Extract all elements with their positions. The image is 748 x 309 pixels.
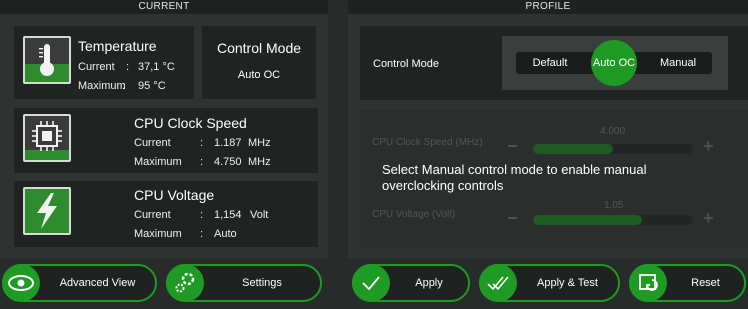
apply-test-button[interactable]: Apply & Test: [479, 264, 620, 302]
cpu-clock-current-row: Current : 1.187 MHz: [134, 137, 314, 151]
voltage-slider-label: CPU Voltage (Volt): [372, 209, 456, 220]
voltage-slider-value: 1,05: [604, 200, 624, 211]
manual-mode-hint-line1: Select Manual control mode to enable man…: [382, 162, 647, 177]
clock-slider-label: CPU Clock Speed (MHz): [372, 137, 483, 148]
cpu-voltage-max-value: Auto: [214, 228, 237, 240]
current-panel-title: CURRENT: [0, 0, 328, 14]
profile-control-mode-card: Control Mode Default Auto OC Manual: [360, 26, 748, 100]
cpu-clock-title: CPU Clock Speed: [134, 115, 247, 131]
clock-slider[interactable]: [533, 144, 693, 154]
mode-option-default[interactable]: Default: [516, 52, 584, 74]
separator: :: [126, 61, 130, 73]
profile-panel-title: PROFILE: [348, 0, 748, 14]
advanced-view-button[interactable]: Advanced View: [2, 264, 157, 302]
checkmark-icon: [352, 264, 390, 302]
separator: :: [200, 228, 204, 240]
clock-plus-button[interactable]: +: [703, 136, 714, 157]
separator: :: [200, 137, 204, 149]
temperature-title: Temperature: [78, 38, 157, 54]
cpu-voltage-current-unit: Volt: [250, 209, 269, 221]
cpu-clock-max-unit: MHz: [248, 156, 271, 168]
mode-option-auto-oc[interactable]: Auto OC: [584, 52, 644, 74]
temperature-current-label: Current: [78, 61, 115, 73]
lightning-icon: [23, 187, 71, 235]
settings-button[interactable]: Settings: [166, 264, 322, 302]
cpu-voltage-max-row: Maximum : Auto: [134, 228, 314, 242]
apply-test-label: Apply & Test: [537, 277, 598, 289]
profile-control-mode-label: Control Mode: [373, 58, 440, 70]
settings-label: Settings: [242, 277, 282, 289]
voltage-minus-button[interactable]: −: [507, 208, 518, 229]
temperature-max-row: Maximum : 95 °C: [78, 80, 188, 94]
mode-segmented-control: Default Auto OC Manual: [516, 40, 712, 86]
gears-icon: [166, 264, 204, 302]
clock-minus-button[interactable]: −: [507, 136, 518, 157]
voltage-slider-fill: [533, 215, 642, 225]
clock-slider-fill: [533, 144, 613, 154]
cpu-voltage-title: CPU Voltage: [134, 187, 215, 203]
reset-button[interactable]: Reset: [629, 264, 746, 302]
apply-label: Apply: [415, 277, 443, 289]
reset-icon: [629, 264, 667, 302]
cpu-voltage-current-label: Current: [134, 209, 171, 221]
temperature-max-label: Maximum: [78, 80, 126, 92]
cpu-clock-current-label: Current: [134, 137, 171, 149]
manual-controls-card: CPU Clock Speed (MHz) 4.000 − + CPU Volt…: [360, 110, 748, 248]
cpu-chip-icon: [23, 114, 71, 162]
thermometer-icon: [23, 36, 71, 84]
temperature-max-value: 95 °C: [138, 80, 166, 92]
separator: :: [200, 209, 204, 221]
profile-panel: PROFILE Control Mode Default Auto OC Man…: [348, 0, 748, 258]
apply-button[interactable]: Apply: [352, 264, 470, 302]
cpu-clock-current-unit: MHz: [248, 137, 271, 149]
cpu-voltage-card: CPU Voltage Current : 1,154 Volt Maximum…: [14, 181, 318, 247]
voltage-slider[interactable]: [533, 215, 693, 225]
manual-mode-hint: Select Manual control mode to enable man…: [382, 162, 647, 194]
temperature-current-value: 37,1 °C: [138, 61, 175, 73]
control-mode-card: Control Mode Auto OC: [202, 26, 316, 99]
separator: :: [122, 80, 126, 92]
control-mode-title: Control Mode: [216, 40, 302, 56]
cpu-voltage-current-value: 1,154: [214, 209, 242, 221]
cpu-clock-max-value: 4.750: [214, 156, 242, 168]
clock-slider-value: 4.000: [600, 126, 626, 137]
voltage-plus-button[interactable]: +: [703, 208, 714, 229]
advanced-view-label: Advanced View: [59, 277, 136, 289]
cpu-clock-current-value: 1.187: [214, 137, 242, 149]
double-checkmark-icon: [479, 264, 517, 302]
cpu-clock-card: CPU Clock Speed Current : 1.187 MHz Maxi…: [14, 108, 318, 173]
eye-icon: [2, 264, 40, 302]
cpu-voltage-max-label: Maximum: [134, 228, 182, 240]
cpu-voltage-current-row: Current : 1,154 Volt: [134, 209, 314, 223]
mode-option-manual[interactable]: Manual: [644, 52, 712, 74]
current-panel: CURRENT Temperature Current : 37,1 °C Ma…: [0, 0, 328, 258]
cpu-clock-max-label: Maximum: [134, 156, 182, 168]
control-mode-value: Auto OC: [237, 69, 281, 81]
separator: :: [200, 156, 204, 168]
cpu-clock-max-row: Maximum : 4.750 MHz: [134, 156, 314, 170]
reset-label: Reset: [691, 277, 720, 289]
temperature-card: Temperature Current : 37,1 °C Maximum : …: [14, 26, 194, 99]
temperature-current-row: Current : 37,1 °C: [78, 61, 188, 75]
manual-mode-hint-line2: overclocking controls: [382, 178, 504, 193]
